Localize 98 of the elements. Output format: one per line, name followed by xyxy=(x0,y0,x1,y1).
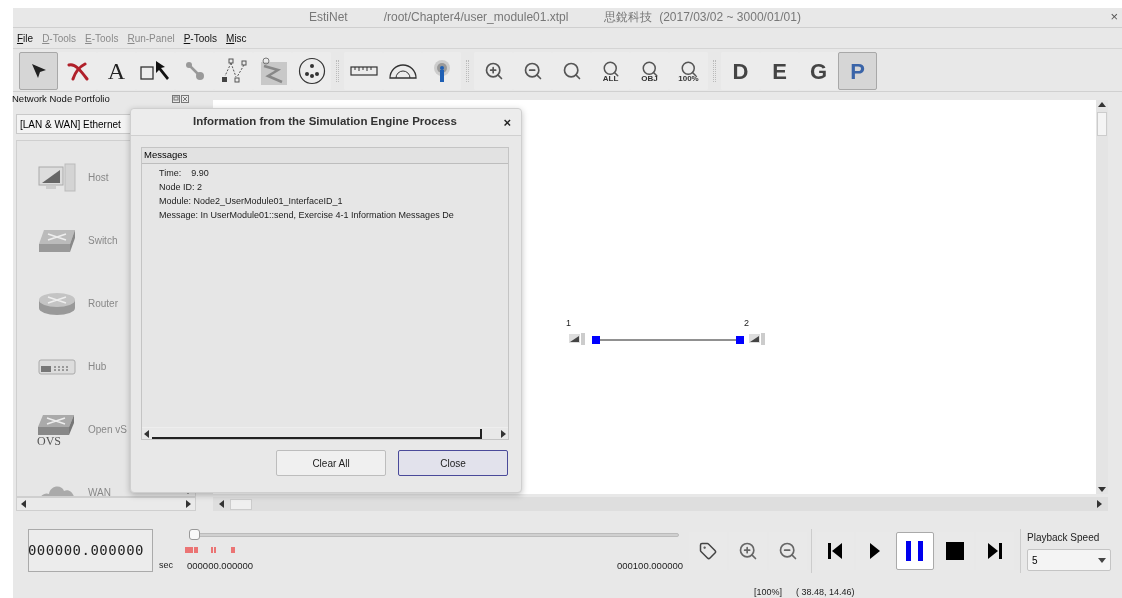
node-label: 1 xyxy=(566,319,571,329)
scroll-thumb[interactable] xyxy=(1097,112,1107,137)
speed-label: Playback Speed xyxy=(1027,531,1101,546)
timeline-thumb[interactable] xyxy=(189,528,200,540)
tree-icon xyxy=(219,58,248,85)
close-button[interactable]: × xyxy=(1110,10,1118,23)
license-info: 思銳科技 (2017/03/02 ~ 3000/01/01) xyxy=(604,9,801,27)
ruler-icon xyxy=(349,65,378,78)
time-unit: sec xyxy=(159,558,173,572)
skip-forward-icon xyxy=(987,541,1003,560)
host-icon xyxy=(38,162,76,193)
horizontal-scrollbar[interactable] xyxy=(213,497,1108,512)
mode-button[interactable]: G xyxy=(799,52,838,91)
zoom-out-icon xyxy=(522,61,543,82)
mode-button[interactable]: E xyxy=(760,52,799,91)
speed-select[interactable]: 5 xyxy=(1027,549,1111,572)
scroll-left-icon[interactable] xyxy=(217,499,227,510)
tool-button[interactable]: ALL xyxy=(591,52,630,91)
hub-icon xyxy=(38,358,76,375)
pause-icon xyxy=(905,539,925,562)
zoom-out-icon xyxy=(778,540,798,561)
menu-item[interactable]: Misc xyxy=(226,31,247,47)
stop-icon xyxy=(946,541,964,560)
scroll-right-icon[interactable] xyxy=(183,499,193,510)
zoom-icon xyxy=(601,59,620,78)
tool-button[interactable] xyxy=(474,52,513,91)
port-marker[interactable] xyxy=(736,336,744,345)
protractor-icon xyxy=(387,62,418,81)
tag-icon xyxy=(699,541,717,560)
dialog-button[interactable]: Close xyxy=(398,450,508,476)
node-type-label: Hub xyxy=(88,360,107,375)
zoom-label: OBJ xyxy=(641,74,658,83)
tool-button[interactable]: 100% xyxy=(669,52,708,91)
router-icon xyxy=(38,291,76,316)
zoom-label: 100% xyxy=(678,74,699,83)
zoom-in-icon xyxy=(483,61,504,82)
node-label: 2 xyxy=(744,319,749,329)
timeline-start: 000000.000000 xyxy=(187,558,254,573)
antenna-icon xyxy=(432,59,451,84)
host-node-icon[interactable] xyxy=(749,333,765,346)
close-button[interactable]: × xyxy=(503,115,511,129)
menu-item[interactable]: File xyxy=(17,31,34,47)
scroll-thumb[interactable] xyxy=(230,498,252,510)
delete-icon xyxy=(66,61,89,82)
switch-icon xyxy=(38,227,76,254)
play-icon xyxy=(869,541,881,560)
scroll-right-icon[interactable] xyxy=(498,428,508,439)
node-type-label: Router xyxy=(88,297,118,312)
close-icon[interactable] xyxy=(181,95,189,104)
node-type-label: Open vS xyxy=(88,423,127,438)
file-path: /root/Chapter4/user_module01.xtpl xyxy=(383,9,569,27)
window-title: EstiNet xyxy=(309,9,348,27)
vertical-scrollbar[interactable] xyxy=(1096,100,1108,495)
message-line: Module: Node2_UserModule01_InterfaceID_1 xyxy=(159,195,344,208)
menu-item[interactable]: P-Tools xyxy=(183,31,218,47)
list-header: Messages xyxy=(142,148,508,164)
message-line: Node ID: 2 xyxy=(159,181,204,194)
timeline-slider[interactable] xyxy=(189,528,679,541)
tool-button[interactable] xyxy=(292,52,331,91)
float-icon[interactable] xyxy=(172,95,180,104)
dropdown-icon xyxy=(1098,557,1106,563)
time-display: 000000.000000 xyxy=(28,529,153,573)
tool-button[interactable] xyxy=(19,52,58,91)
zoom-icon xyxy=(640,59,659,78)
host-node-icon[interactable] xyxy=(569,333,585,346)
dialog-button[interactable]: Clear All xyxy=(276,450,386,476)
port-marker[interactable] xyxy=(592,336,600,345)
node-type-label: WAN xyxy=(88,486,111,497)
text-tool-icon: A xyxy=(107,59,126,84)
scroll-left-icon[interactable] xyxy=(19,499,29,510)
mode-button[interactable]: P xyxy=(838,52,877,91)
zoom-fit-icon xyxy=(561,61,582,82)
node-type-label: Switch xyxy=(88,234,118,249)
tool-button[interactable]: A xyxy=(97,52,136,91)
zoom-label: ALL xyxy=(602,74,619,83)
switch-icon xyxy=(37,412,75,437)
message-line: Message: In UserModule01::send, Exercise 4-1 Information Messages De xyxy=(159,209,455,222)
cursor-coordinates: ( 38.48, 14.46) xyxy=(796,586,855,598)
zoom-icon xyxy=(679,59,698,78)
skip-back-icon xyxy=(827,541,843,560)
playback-button[interactable] xyxy=(896,531,934,570)
message-line: Time: 9.90 xyxy=(159,167,210,180)
dialog-title: Information from the Simulation Engine Process xyxy=(193,114,457,130)
group-icon xyxy=(297,57,326,86)
scroll-left-icon[interactable] xyxy=(142,428,152,439)
node-type-label: Host xyxy=(88,171,109,186)
event-ticks xyxy=(185,546,235,553)
link-icon xyxy=(183,60,206,83)
mode-button[interactable]: D xyxy=(721,52,760,91)
zoom-in-icon xyxy=(738,540,758,561)
tool-button[interactable]: OBJ xyxy=(630,52,669,91)
panel-title: Network Node Portfolio xyxy=(12,92,110,107)
horizontal-scrollbar[interactable] xyxy=(16,497,196,512)
scroll-right-icon[interactable] xyxy=(1094,499,1104,510)
zoom-level: [100%] xyxy=(754,586,783,598)
node-type-item[interactable]: OVS Open vS xyxy=(17,413,195,447)
timeline-end: 000100.000000 xyxy=(616,558,683,573)
ovs-label: OVS xyxy=(37,434,62,447)
